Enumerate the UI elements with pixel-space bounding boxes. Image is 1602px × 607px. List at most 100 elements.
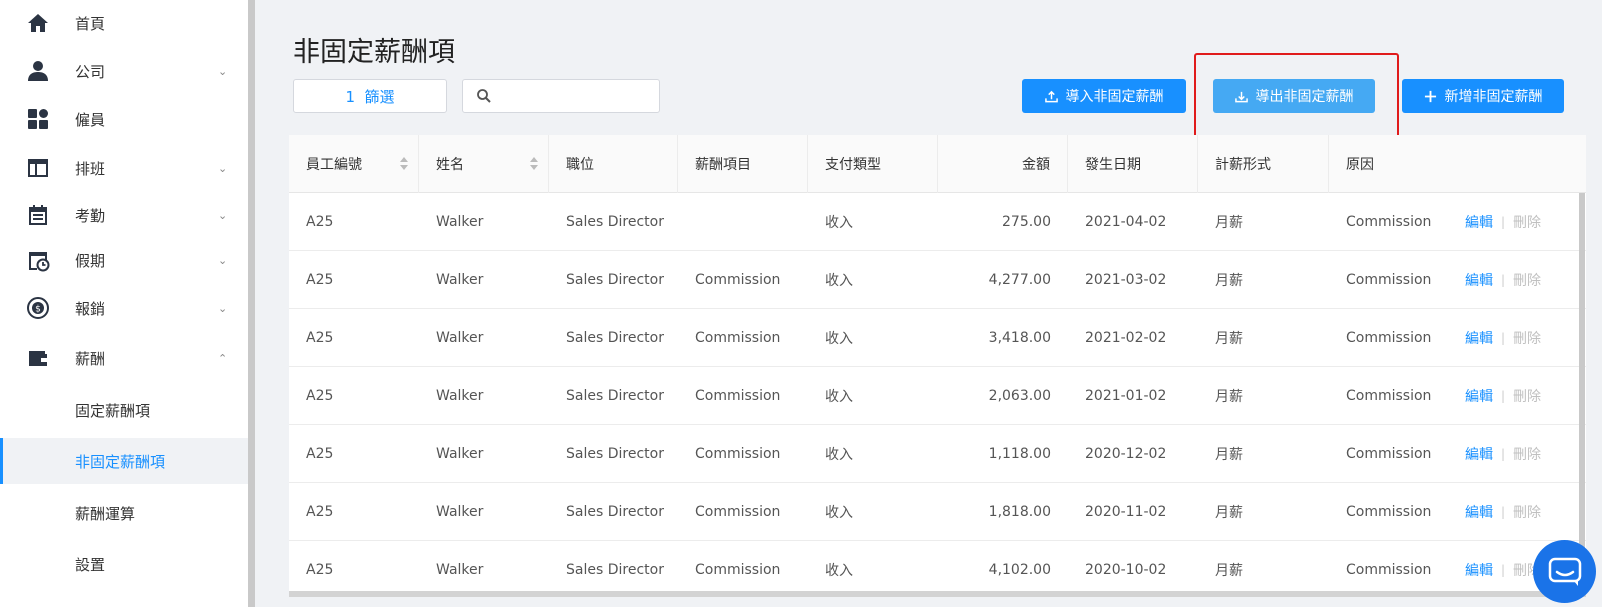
- sort-icon[interactable]: [400, 157, 408, 171]
- search-input[interactable]: [499, 80, 657, 112]
- row-actions: 編輯 | 刪除: [1465, 483, 1575, 540]
- sidebar-item-payroll[interactable]: 薪酬 ⌃: [0, 335, 248, 381]
- cell-position: Sales Director: [566, 213, 664, 230]
- variable-pay-table: 員工編號 姓名 職位 薪酬項目 支付類型 金額 發生日期 計薪形式 原因 A25…: [289, 135, 1586, 595]
- cell-pay-type: 月薪: [1215, 214, 1243, 231]
- edit-link[interactable]: 編輯: [1465, 328, 1493, 348]
- cell-employee-id: A25: [306, 213, 334, 230]
- cell-pay-type: 月薪: [1215, 330, 1243, 347]
- sidebar-item-home[interactable]: 首頁: [0, 0, 248, 46]
- sidebar-item-employees[interactable]: 僱員: [0, 96, 248, 142]
- table-horizontal-scrollbar[interactable]: [289, 591, 1586, 597]
- search-box[interactable]: [462, 79, 660, 113]
- table-row: A25 Walker Sales Director Commission 收入 4,102…: [289, 541, 1586, 595]
- cell-pay-type: 月薪: [1215, 562, 1243, 579]
- search-icon: [477, 89, 491, 103]
- sort-icon[interactable]: [530, 157, 538, 171]
- table-row: A25 Walker Sales Director Commission 收入 3,418…: [289, 309, 1586, 367]
- sidebar-subitem-fixed-pay[interactable]: 固定薪酬項: [0, 387, 248, 433]
- cell-date: 2021-03-02: [1085, 271, 1167, 288]
- import-variable-pay-button[interactable]: 導入非固定薪酬: [1022, 79, 1186, 113]
- column-header-label: 金額: [1022, 157, 1050, 173]
- cell-employee-id: A25: [306, 387, 334, 404]
- cell-date: 2021-02-02: [1085, 329, 1167, 346]
- row-actions: 編輯 | 刪除: [1465, 425, 1575, 482]
- sidebar-item-schedule[interactable]: 排班 ⌄: [0, 145, 248, 191]
- cell-date: 2021-01-02: [1085, 387, 1167, 404]
- chat-widget-button[interactable]: [1533, 540, 1596, 603]
- add-variable-pay-button[interactable]: 新增非固定薪酬: [1402, 79, 1564, 113]
- sidebar-item-reimbursement[interactable]: $ 報銷 ⌄: [0, 285, 248, 331]
- cell-pay-item: Commission: [695, 445, 781, 462]
- edit-link[interactable]: 編輯: [1465, 560, 1493, 580]
- table-row: A25 Walker Sales Director Commission 收入 1,118…: [289, 425, 1586, 483]
- delete-link[interactable]: 刪除: [1513, 270, 1541, 290]
- column-header-label: 發生日期: [1085, 157, 1141, 173]
- home-icon: [26, 11, 50, 35]
- sidebar-subitem-settings[interactable]: 設置: [0, 541, 248, 587]
- sidebar-item-label: 僱員: [75, 110, 106, 129]
- cell-payment-type: 收入: [825, 446, 853, 463]
- edit-link[interactable]: 編輯: [1465, 270, 1493, 290]
- sidebar-scrollbar[interactable]: [248, 0, 255, 607]
- employees-icon: [26, 107, 50, 131]
- wallet-icon: [26, 346, 50, 370]
- column-header-employee-id[interactable]: 員工編號: [289, 135, 419, 193]
- delete-link[interactable]: 刪除: [1513, 328, 1541, 348]
- cell-amount: 1,818.00: [988, 503, 1051, 520]
- sidebar-item-label: 假期: [75, 251, 106, 270]
- column-header-label: 支付類型: [825, 157, 881, 173]
- cell-payment-type: 收入: [825, 214, 853, 231]
- upload-icon: [1044, 90, 1058, 102]
- cell-reason: Commission: [1346, 387, 1432, 404]
- reimbursement-icon: $: [26, 296, 50, 320]
- page-title: 非固定薪酬項: [293, 37, 455, 68]
- column-header-position: 職位: [549, 135, 678, 193]
- sidebar-item-company[interactable]: 公司 ⌄: [0, 48, 248, 94]
- delete-link[interactable]: 刪除: [1513, 444, 1541, 464]
- delete-link[interactable]: 刪除: [1513, 386, 1541, 406]
- row-actions: 編輯 | 刪除: [1465, 193, 1575, 250]
- cell-reason: Commission: [1346, 213, 1432, 230]
- cell-amount: 4,277.00: [988, 271, 1051, 288]
- table-header: 員工編號 姓名 職位 薪酬項目 支付類型 金額 發生日期 計薪形式 原因: [289, 135, 1586, 193]
- cell-position: Sales Director: [566, 329, 664, 346]
- edit-link[interactable]: 編輯: [1465, 502, 1493, 522]
- column-header-name[interactable]: 姓名: [419, 135, 549, 193]
- cell-pay-type: 月薪: [1215, 272, 1243, 289]
- action-separator: |: [1501, 446, 1506, 461]
- column-header-label: 姓名: [436, 157, 464, 173]
- company-icon: [26, 59, 50, 83]
- sidebar-subitem-label: 固定薪酬項: [75, 402, 151, 420]
- sidebar-item-leave[interactable]: 假期 ⌄: [0, 237, 248, 283]
- cell-reason: Commission: [1346, 445, 1432, 462]
- column-header-label: 計薪形式: [1215, 157, 1271, 173]
- cell-date: 2020-10-02: [1085, 561, 1167, 578]
- chat-icon: [1548, 557, 1581, 586]
- edit-link[interactable]: 編輯: [1465, 212, 1493, 232]
- cell-amount: 3,418.00: [988, 329, 1051, 346]
- action-separator: |: [1501, 214, 1506, 229]
- sidebar: 首頁 公司 ⌄ 僱員 排班 ⌄ 考勤 ⌄ 假期 ⌄ $ 報銷 ⌄ 薪酬 ⌃ 固定…: [0, 0, 248, 607]
- column-header-pay-item: 薪酬項目: [678, 135, 808, 193]
- highlight-box: [1194, 53, 1399, 138]
- chevron-down-icon: ⌄: [218, 208, 228, 222]
- delete-link[interactable]: 刪除: [1513, 502, 1541, 522]
- edit-link[interactable]: 編輯: [1465, 444, 1493, 464]
- cell-date: 2020-12-02: [1085, 445, 1167, 462]
- cell-employee-id: A25: [306, 329, 334, 346]
- chevron-down-icon: ⌄: [218, 161, 228, 175]
- cell-name: Walker: [436, 503, 484, 520]
- cell-pay-item: Commission: [695, 329, 781, 346]
- sidebar-item-attendance[interactable]: 考勤 ⌄: [0, 192, 248, 238]
- filter-button[interactable]: 1 篩選: [293, 79, 447, 113]
- table-row: A25 Walker Sales Director 收入 275.00 2021-04-0…: [289, 193, 1586, 251]
- cell-amount: 2,063.00: [988, 387, 1051, 404]
- delete-link[interactable]: 刪除: [1513, 212, 1541, 232]
- sidebar-subitem-variable-pay[interactable]: 非固定薪酬項: [0, 438, 248, 484]
- sidebar-subitem-payroll-run[interactable]: 薪酬運算: [0, 490, 248, 536]
- edit-link[interactable]: 編輯: [1465, 386, 1493, 406]
- table-vertical-scrollbar[interactable]: [1579, 193, 1585, 588]
- row-actions: 編輯 | 刪除: [1465, 309, 1575, 366]
- cell-payment-type: 收入: [825, 272, 853, 289]
